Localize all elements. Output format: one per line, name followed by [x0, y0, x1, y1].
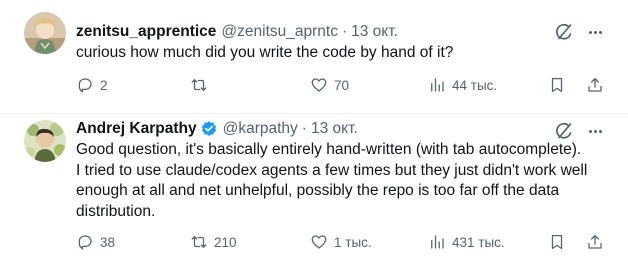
- tweet-header: Andrej Karpathy @karpathy · 13 окт.: [76, 119, 358, 139]
- tweet-actions: 38 210 1 тыс. 431 тыс.: [76, 231, 606, 253]
- avatar-image: [24, 120, 66, 162]
- separator-dot: ·: [301, 120, 307, 137]
- verified-badge-icon[interactable]: [200, 120, 218, 138]
- avatar[interactable]: [24, 12, 66, 54]
- views-icon: [431, 78, 444, 92]
- avatar[interactable]: [24, 120, 66, 162]
- tweet-reply-karpathy[interactable]: Andrej Karpathy @karpathy · 13 окт. Good…: [0, 114, 628, 262]
- author-name[interactable]: Andrej Karpathy: [76, 120, 197, 138]
- author-handle[interactable]: @zenitsu_aprntc: [221, 23, 338, 41]
- tweet-reply-zenitsu[interactable]: zenitsu_apprentice @zenitsu_aprntc · 13 …: [0, 0, 628, 114]
- share-icon: [588, 234, 602, 249]
- reply-button[interactable]: 2: [76, 74, 108, 96]
- bookmark-button[interactable]: [548, 231, 566, 253]
- like-count: 1 тыс.: [334, 234, 372, 250]
- retweet-count: 210: [214, 234, 237, 250]
- tweet-text: Good question, it's basically entirely h…: [76, 140, 606, 222]
- like-icon: [311, 235, 327, 249]
- separator-dot: ·: [341, 23, 348, 40]
- tweet-text-line: Good question, it's basically entirely h…: [76, 141, 582, 158]
- tweet-date[interactable]: 13 окт.: [351, 23, 398, 41]
- tweet-date[interactable]: 13 окт.: [311, 120, 358, 138]
- share-button[interactable]: [586, 74, 604, 96]
- tweet-text-line: enough at all and net unhelpful, possibl…: [76, 182, 560, 199]
- retweet-icon: [191, 236, 207, 248]
- like-button[interactable]: 1 тыс.: [310, 231, 372, 253]
- author-handle[interactable]: @karpathy: [223, 120, 298, 138]
- views-count: 44 тыс.: [452, 77, 498, 93]
- more-icon[interactable]: [584, 121, 606, 141]
- tweet-text: curious how much did you write the code …: [76, 43, 606, 64]
- like-button[interactable]: 70: [310, 74, 349, 96]
- grok-icon[interactable]: [554, 121, 574, 141]
- retweet-icon: [191, 79, 207, 91]
- more-icon[interactable]: [584, 22, 606, 42]
- tweet-text-line: distribution.: [76, 202, 156, 220]
- tweet-text-line: I tried to use claude/codex agents a few…: [76, 161, 588, 179]
- views-icon: [431, 235, 444, 249]
- share-icon: [588, 77, 602, 92]
- reply-count: 38: [100, 234, 116, 250]
- reply-button[interactable]: 38: [76, 231, 115, 253]
- views-button[interactable]: 431 тыс.: [428, 231, 505, 253]
- views-button[interactable]: 44 тыс.: [428, 74, 497, 96]
- reply-count: 2: [100, 77, 108, 93]
- like-count: 70: [334, 77, 350, 93]
- grok-icon[interactable]: [554, 22, 574, 42]
- views-count: 431 тыс.: [452, 234, 505, 250]
- tweet-actions: 2 70 44 тыс.: [76, 74, 606, 96]
- retweet-button[interactable]: [190, 74, 214, 96]
- bookmark-icon: [551, 77, 563, 93]
- retweet-button[interactable]: 210: [190, 231, 237, 253]
- tweet-header: zenitsu_apprentice @zenitsu_aprntc · 13 …: [76, 22, 398, 42]
- reply-icon: [78, 78, 92, 93]
- author-name[interactable]: zenitsu_apprentice: [76, 23, 216, 41]
- avatar-image: [24, 12, 66, 54]
- tweet-text-line: curious how much did you write the code …: [76, 44, 454, 61]
- bookmark-icon: [551, 234, 563, 250]
- like-icon: [311, 78, 327, 92]
- share-button[interactable]: [586, 231, 604, 253]
- bookmark-button[interactable]: [548, 74, 566, 96]
- reply-icon: [78, 235, 92, 250]
